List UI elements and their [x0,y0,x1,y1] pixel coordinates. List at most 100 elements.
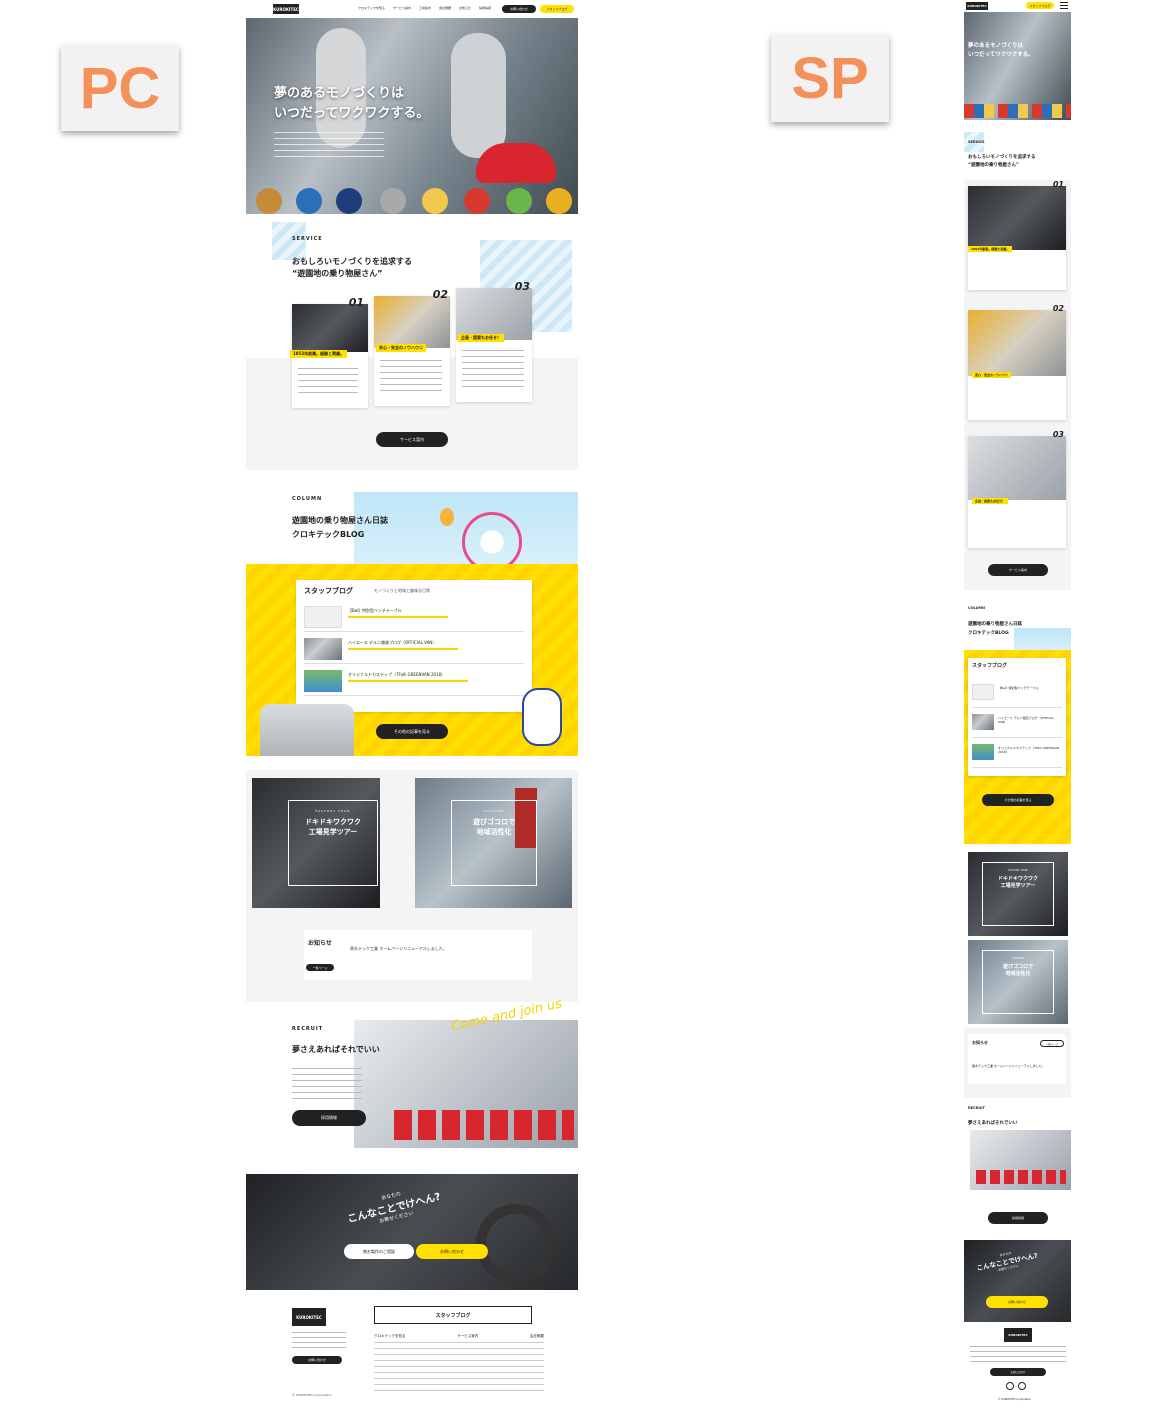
post-title: オリジナルドカステップ（7Falli GREENVAN 2018） [348,672,446,677]
blog-button[interactable]: スタッフブログ [540,5,574,13]
footer-contact-button[interactable]: お問い合わせ [292,1356,342,1364]
consult-button[interactable]: 物お製作のご相談 [344,1244,414,1259]
sp-vitalize-card[interactable]: VITALIZE 遊びゴコロで 地域活性化 [968,940,1068,1024]
contact-button[interactable]: お問い合わせ [502,5,536,13]
pc-page: KUROKITEC クロキテックを知る サービス案内 工場案内 会社概要 お知ら… [246,0,578,1408]
feature-title-2: 地域活性化 [476,828,512,836]
sp-blog-panel: スタッフブログ 【Bw】特別型ベンチテーブル ハイエース デルニ雑貨ブログ（OF… [968,658,1066,776]
sp-ride-icons [964,104,1071,118]
post-thumb [304,638,342,660]
service-title: おもしろいモノづくりを追求する “遊園地の乗り物屋さん” [292,256,412,280]
nav-item[interactable]: サービス案内 [393,6,411,10]
pc-nav: クロキテックを知る サービス案内 工場案内 会社概要 お知らせ 採用情報 [358,6,491,10]
blog-post[interactable]: 【Bw】特別型ベンチテーブル [304,606,524,632]
sp-service-card-2[interactable]: 安心・安全のノウハウ☺ 02 [968,304,1066,420]
feature-title-1: 遊びゴコロで [473,818,515,826]
service-button[interactable]: サービス案内 [376,432,448,447]
ride-icon [464,188,490,214]
sp-service-title: おもしろいモノづくりを追求する “遊園地の乗り物屋さん” [968,154,1068,170]
nav-item[interactable]: 工場案内 [419,6,431,10]
footer-col[interactable]: クロキテックを知る [374,1334,406,1339]
sp-more-posts-button[interactable]: その他の記事を見る [982,794,1054,806]
sp-service-card-3[interactable]: 企画・提案もお任せ！ 03 [968,430,1066,548]
column-title: 遊園地の乗り物屋さん日誌 クロキテックBLOG [292,514,388,542]
sp-blog-post[interactable]: ハイエース デルニ雑貨ブログ（OFFICIAL VAN） [972,714,1062,738]
card-badge: 安心・安全のノウハウ☺ [376,344,427,352]
vitalize-card[interactable]: VITALIZE 遊びゴコロで 地域活性化 [415,778,572,908]
service-card-1[interactable]: 01 1952年創業。経験と実績。 [290,296,368,408]
bikes [976,1170,1066,1184]
service-card-2[interactable]: 02 安心・安全のノウハウ☺ [374,288,450,406]
feature-title-1: ドキドキワクワク [305,818,361,826]
sp-news-list-button[interactable]: 一覧ページ [1040,1040,1064,1047]
card-number: 01 [1052,180,1064,189]
sp-blog-button[interactable]: スタッフブログ [1026,2,1054,9]
ride-icon [506,188,532,214]
ride-icon [380,188,406,214]
nav-item[interactable]: お知らせ [459,6,471,10]
balloon [440,508,454,526]
sp-recruit-button[interactable]: 採用情報 [988,1212,1048,1224]
feature-title-2: 工場見学ツアー [1000,883,1036,889]
sp-news-panel: お知らせ 一覧ページ 黒木テック工業 ホームページリニューアルしました。 [968,1034,1066,1084]
card-badge: 企画・提案もお任せ！ [972,498,1009,504]
news-item[interactable]: 黒木テック工業 ホームページリニューアルしました。 [350,946,520,952]
blog-post[interactable]: オリジナルドカステップ（7Falli GREENVAN 2018） [304,670,524,696]
card-badge: 1952年創業。経験と実績。 [290,350,348,358]
facebook-icon[interactable] [1006,1382,1014,1390]
nav-item[interactable]: 採用情報 [479,6,491,10]
sp-service-eyebrow: SERVICE [968,140,985,144]
footer-address [292,1332,346,1350]
sp-footer-contact-button[interactable]: お問い合わせ [990,1368,1046,1376]
factory-tour-card[interactable]: FACTORY TOUR ドキドキワクワク 工場見学ツアー [252,778,380,908]
feature-eyebrow: FACTORY TOUR [1008,869,1028,872]
hero-text [274,132,384,158]
feature-eyebrow: VITALIZE [1012,957,1024,960]
blog-subtitle: モノづくりと地域と趣味な日常 [374,588,430,593]
cta-contact-button[interactable]: お問い合わせ [416,1244,488,1259]
service-card-3[interactable]: 03 企画・提案もお任せ！ [456,280,532,402]
sp-logo[interactable]: KUROKITEC [966,2,988,10]
sp-footer-logo[interactable]: KUROKITEC [1004,1328,1032,1342]
card-photo [456,288,532,340]
sp-service-button[interactable]: サービス案内 [988,564,1048,576]
hero-copy: 夢のあるモノづくりは いつだってワクワクする。 [274,84,429,124]
hamburger-icon[interactable] [1060,2,1068,10]
sp-cta-contact-button[interactable]: お問い合わせ [986,1296,1048,1308]
feature-frame: FACTORY TOUR ドキドキワクワク 工場見学ツアー [982,862,1054,926]
card-badge: 企画・提案もお任せ！ [458,334,504,342]
more-posts-button[interactable]: その他の記事を見る [376,724,448,739]
column-title-2: クロキテックBLOG [292,530,365,539]
logo[interactable]: KUROKITEC [273,4,299,14]
feature-title-2: 地域活性化 [1005,971,1031,977]
post-title: 【Bw】特別型ベンチテーブル [348,608,402,613]
sp-service-title-2: “遊園地の乗り物屋さん” [968,163,1019,168]
hero-image: 夢のあるモノづくりは いつだってワクワクする。 [246,18,578,214]
recruit-photo [354,1020,578,1148]
instagram-icon[interactable] [1018,1382,1026,1390]
nav-item[interactable]: クロキテックを知る [358,6,385,10]
nav-item[interactable]: 会社概要 [439,6,451,10]
blog-post[interactable]: ハイエース デルニ雑貨ブログ（OFFICIAL VAN） [304,638,524,664]
footer-blog-button[interactable]: スタッフブログ [374,1306,532,1324]
sp-service-card-1[interactable]: 1952年創業。経験と実績。 01 [968,180,1066,290]
footer-logo[interactable]: KUROKITEC [292,1308,326,1326]
news-list-button[interactable]: 一覧ページ [306,964,334,971]
ride-icon [256,188,282,214]
service-eyebrow: SERVICE [292,236,323,242]
sp-factory-tour-card[interactable]: FACTORY TOUR ドキドキワクワク 工場見学ツアー [968,852,1068,936]
post-thumb [304,670,342,692]
card-photo [968,186,1066,250]
hero-line-1: 夢のあるモノづくりは [274,86,405,101]
footer-col[interactable]: 会社概要 [530,1334,544,1339]
sp-blog-post[interactable]: 【Bw】特別型ベンチテーブル [972,684,1062,708]
footer-nav: クロキテックを知る サービス案内 会社概要 [374,1334,544,1339]
service-title-2: “遊園地の乗り物屋さん” [292,269,383,278]
sp-blog-post[interactable]: オリジナルドカステップ（7Falli GREENVAN 2018） [972,744,1062,768]
cta-section: あなたの こんなことでけへん? お寄せください 物お製作のご相談 お問い合わせ [246,1174,578,1290]
sp-news-item[interactable]: 黒木テック工業 ホームページリニューアルしました。 [972,1064,1064,1068]
card-number: 02 [1052,304,1064,313]
recruit-button[interactable]: 採用情報 [292,1110,366,1126]
ride-icons [252,186,576,216]
footer-col[interactable]: サービス案内 [457,1334,478,1339]
